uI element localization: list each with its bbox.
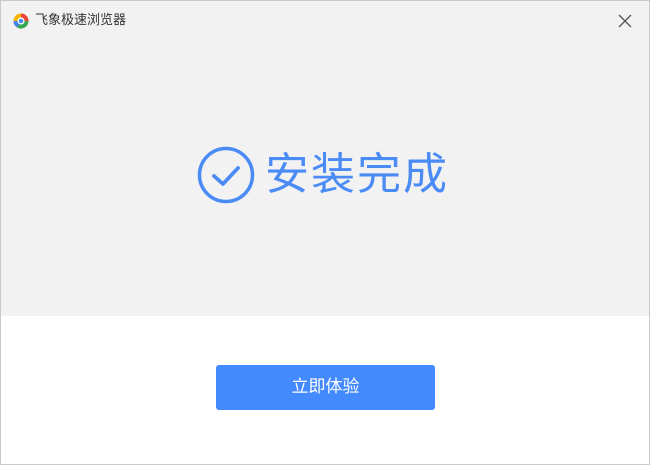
check-circle-icon bbox=[197, 146, 255, 204]
try-now-button[interactable]: 立即体验 bbox=[216, 365, 435, 410]
window-title: 飞象极速浏览器 bbox=[35, 13, 127, 28]
install-complete-text: 安装完成 bbox=[265, 149, 449, 200]
title-bar: 飞象极速浏览器 bbox=[1, 1, 649, 41]
close-icon bbox=[618, 14, 632, 28]
installer-window: 飞象极速浏览器 安装完成 立即体验 bbox=[0, 0, 650, 465]
install-status: 安装完成 bbox=[197, 146, 477, 204]
browser-logo-icon bbox=[13, 13, 29, 29]
close-button[interactable] bbox=[613, 9, 637, 33]
